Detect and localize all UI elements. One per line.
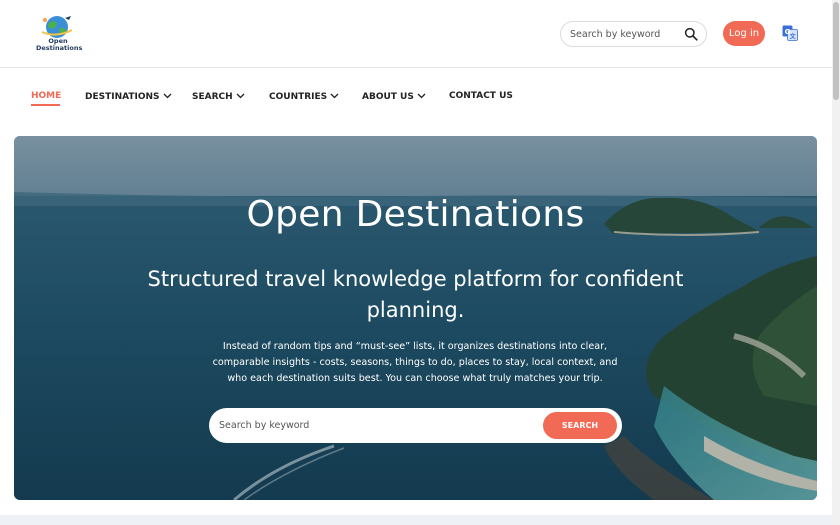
hero-title: Open Destinations [246,194,585,235]
nav-active-underline [31,104,60,106]
nav-about-us-label: ABOUT US [362,92,414,102]
nav-home[interactable]: HOME [31,91,61,102]
translate-icon[interactable]: G 文 [782,25,798,41]
header-search [560,21,707,47]
nav-countries[interactable]: COUNTRIES [269,91,339,103]
nav-contact-us[interactable]: CONTACT US [449,91,513,102]
scrollbar-thumb[interactable] [833,2,839,100]
chevron-down-icon [417,93,426,99]
nav-search-label: SEARCH [192,92,233,102]
next-section-edge [0,515,832,525]
hero-banner: Open Destinations Structured travel know… [14,136,817,500]
nav-destinations[interactable]: DESTINATIONS [85,91,172,103]
hero-description: Instead of random tips and “must-see” li… [212,341,618,384]
main-nav: HOME DESTINATIONS SEARCH COUNTRIES ABOUT… [0,69,832,125]
chevron-down-icon [330,93,339,99]
login-button[interactable]: Log in [723,21,765,46]
page-scrollbar[interactable] [832,0,840,525]
hero-subtitle: Structured travel knowledge platform for… [147,267,684,322]
hero-search-input[interactable] [219,417,529,434]
chevron-down-icon [163,93,172,99]
search-icon[interactable] [684,27,698,41]
header-search-input[interactable] [570,26,680,43]
nav-about-us[interactable]: ABOUT US [362,91,426,103]
nav-destinations-label: DESTINATIONS [85,92,160,102]
logo-line-2: Destinations [36,44,83,52]
hero-search-button[interactable]: SEARCH [543,412,617,439]
chevron-down-icon [236,93,245,99]
site-header: Open Destinations Log in G 文 [0,0,832,68]
site-logo[interactable]: Open Destinations [36,14,83,54]
svg-text:文: 文 [789,33,797,41]
nav-search[interactable]: SEARCH [192,91,245,103]
nav-countries-label: COUNTRIES [269,92,328,102]
nav-contact-us-label: CONTACT US [449,91,513,101]
logo-text: Open Destinations [36,38,83,52]
nav-home-label: HOME [31,91,62,101]
hero-search-bar: SEARCH [209,408,622,443]
